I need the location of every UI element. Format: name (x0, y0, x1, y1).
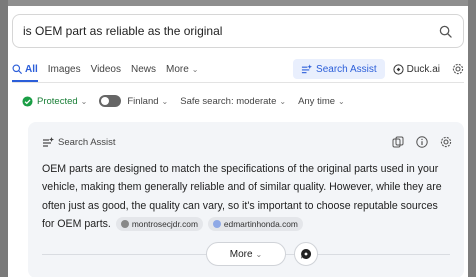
search-assist-card: Search Assist OEM parts are designed to … (28, 122, 464, 277)
region-toggle[interactable] (99, 95, 122, 107)
tab-all[interactable]: All (12, 56, 38, 82)
card-footer: More ⌄ (42, 242, 450, 266)
site-icon (212, 220, 221, 229)
site-icon (120, 220, 129, 229)
assist-sparkle-icon (42, 137, 54, 147)
tab-label: News (130, 63, 156, 75)
chat-followup-button[interactable] (294, 242, 318, 266)
tab-images[interactable]: Images (48, 56, 81, 82)
chevron-down-icon: ⌄ (255, 249, 263, 259)
tab-more[interactable]: More ⌄ (166, 56, 199, 82)
tabs-divider (12, 82, 464, 83)
card-header: Search Assist (42, 134, 452, 150)
search-box[interactable]: is OEM part as reliable as the original (12, 14, 464, 48)
chevron-down-icon: ⌄ (338, 96, 345, 106)
time-filter[interactable]: Any time ⌄ (298, 96, 345, 107)
assist-sparkle-icon (301, 64, 313, 74)
search-results-page: is OEM part as reliable as the original … (8, 6, 468, 277)
more-label: More (229, 248, 253, 260)
copy-icon[interactable] (392, 136, 404, 148)
region-label: Finland (127, 95, 159, 107)
safe-search-filter[interactable]: Safe search: moderate ⌄ (180, 96, 286, 107)
search-tabs: All Images Videos News More ⌄ Search Ass… (12, 56, 464, 82)
more-button[interactable]: More ⌄ (206, 242, 286, 266)
duckai-label: Duck.ai (406, 63, 440, 75)
background-edge-right (468, 0, 476, 277)
safe-search-label: Safe search: moderate (180, 95, 277, 107)
search-input[interactable]: is OEM part as reliable as the original (23, 24, 437, 38)
gear-icon[interactable] (452, 63, 464, 75)
chevron-down-icon: ⌄ (80, 96, 88, 106)
tab-label: Videos (90, 63, 121, 75)
tab-news[interactable]: News (131, 56, 156, 82)
card-actions (392, 136, 452, 148)
tabs-right-group: Search Assist Duck.ai (293, 59, 464, 79)
source-chip[interactable]: montrosecjdr.com (115, 217, 203, 232)
time-label: Any time (298, 95, 336, 107)
source-label: montrosecjdr.com (131, 219, 198, 230)
protected-label: Protected (37, 95, 78, 107)
search-assist-label: Search Assist (316, 63, 377, 75)
info-icon[interactable] (416, 136, 428, 148)
search-icon (12, 64, 22, 74)
chevron-down-icon: ⌄ (191, 64, 199, 74)
search-icon[interactable] (437, 23, 453, 39)
assist-answer: OEM parts are designed to match the spec… (42, 160, 452, 233)
tab-label: All (25, 63, 38, 75)
source-label: edmartinhonda.com (223, 219, 298, 230)
filter-bar: Protected ⌄ Finland ⌄ Safe search: moder… (22, 91, 357, 111)
tab-label: More (166, 63, 189, 75)
duckai-button[interactable]: Duck.ai (393, 64, 440, 75)
chat-bubble-icon (300, 248, 312, 260)
chevron-down-icon: ⌄ (161, 96, 169, 106)
chevron-down-icon: ⌄ (279, 96, 287, 106)
card-title: Search Assist (58, 136, 116, 148)
source-chip[interactable]: edmartinhonda.com (207, 217, 303, 232)
check-circle-icon (22, 95, 33, 107)
tab-videos[interactable]: Videos (91, 56, 121, 82)
gear-icon[interactable] (440, 136, 452, 148)
region-filter[interactable]: Finland ⌄ (99, 95, 168, 107)
search-assist-button[interactable]: Search Assist (293, 59, 385, 79)
background-edge-left (0, 0, 8, 277)
protected-filter[interactable]: Protected ⌄ (22, 96, 87, 107)
chat-bubble-icon (393, 63, 404, 75)
tab-label: Images (47, 63, 81, 75)
